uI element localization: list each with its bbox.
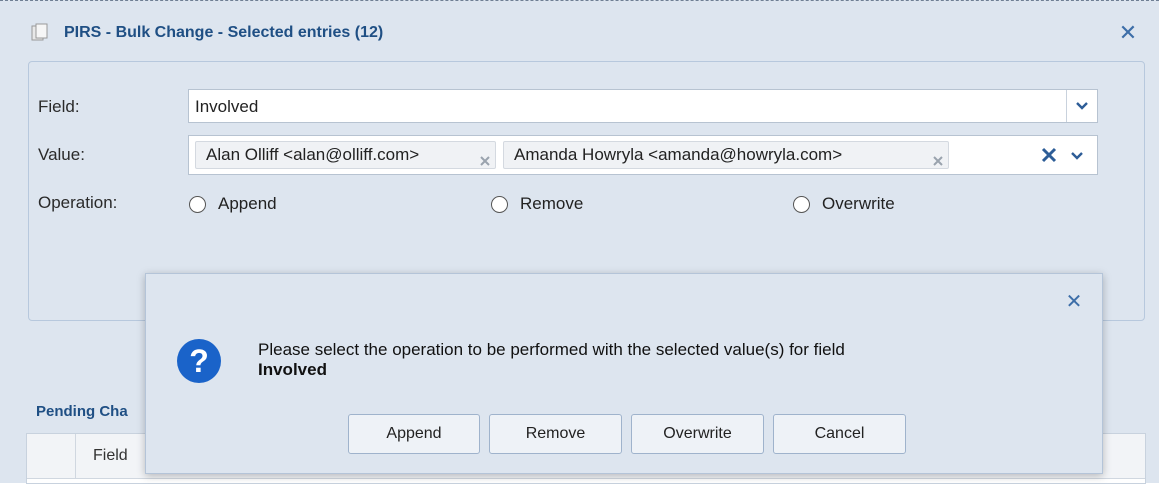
bulk-change-window: PIRS - Bulk Change - Selected entries (1… (0, 0, 1159, 484)
svg-text:?: ? (189, 343, 209, 379)
value-tag: Alan Olliff <alan@olliff.com> (195, 141, 496, 169)
field-combobox-value: Involved (195, 97, 259, 116)
grid-select-column[interactable] (27, 434, 76, 478)
overwrite-button[interactable]: Overwrite (631, 414, 764, 454)
dialog-message-text: Please select the operation to be perfor… (258, 340, 845, 359)
remove-button[interactable]: Remove (489, 414, 622, 454)
value-tag: Amanda Howryla <amanda@howryla.com> (503, 141, 949, 169)
question-icon: ? (176, 338, 222, 384)
window-titlebar: PIRS - Bulk Change - Selected entries (1… (0, 1, 1159, 61)
field-combobox[interactable]: Involved (188, 89, 1098, 123)
chevron-down-icon[interactable] (1067, 145, 1087, 165)
column-header-field[interactable]: Field (93, 447, 128, 465)
close-icon[interactable]: ✕ (1064, 292, 1084, 312)
append-radio[interactable] (189, 196, 206, 213)
close-icon[interactable]: ✕ (1118, 22, 1138, 44)
pending-changes-title: Pending Cha (36, 403, 128, 420)
value-tagfield[interactable]: Alan Olliff <alan@olliff.com> Amanda How… (188, 135, 1098, 175)
value-tag-label: Alan Olliff <alan@olliff.com> (206, 145, 420, 164)
operation-label: Operation: (38, 193, 118, 212)
remove-tag-icon[interactable] (479, 149, 491, 166)
remove-radio-label[interactable]: Remove (520, 194, 583, 214)
window-title: PIRS - Bulk Change - Selected entries (1… (64, 24, 384, 41)
overwrite-radio-label[interactable]: Overwrite (822, 194, 895, 214)
overwrite-radio[interactable] (793, 196, 810, 213)
operation-message-box: ✕ ? Please select the operation to be pe… (145, 273, 1103, 474)
remove-radio[interactable] (491, 196, 508, 213)
remove-tag-icon[interactable] (932, 149, 944, 166)
copy-documents-icon (30, 23, 50, 43)
dialog-field-name: Involved (258, 360, 327, 379)
append-radio-label[interactable]: Append (218, 194, 277, 214)
value-tag-label: Amanda Howryla <amanda@howryla.com> (514, 145, 843, 164)
value-label: Value: (38, 145, 85, 164)
append-button[interactable]: Append (348, 414, 480, 454)
field-label: Field: (38, 97, 80, 116)
dialog-message: Please select the operation to be perfor… (258, 340, 845, 380)
chevron-down-icon[interactable] (1066, 90, 1097, 122)
cancel-button[interactable]: Cancel (773, 414, 906, 454)
clear-values-icon[interactable] (1040, 146, 1058, 164)
